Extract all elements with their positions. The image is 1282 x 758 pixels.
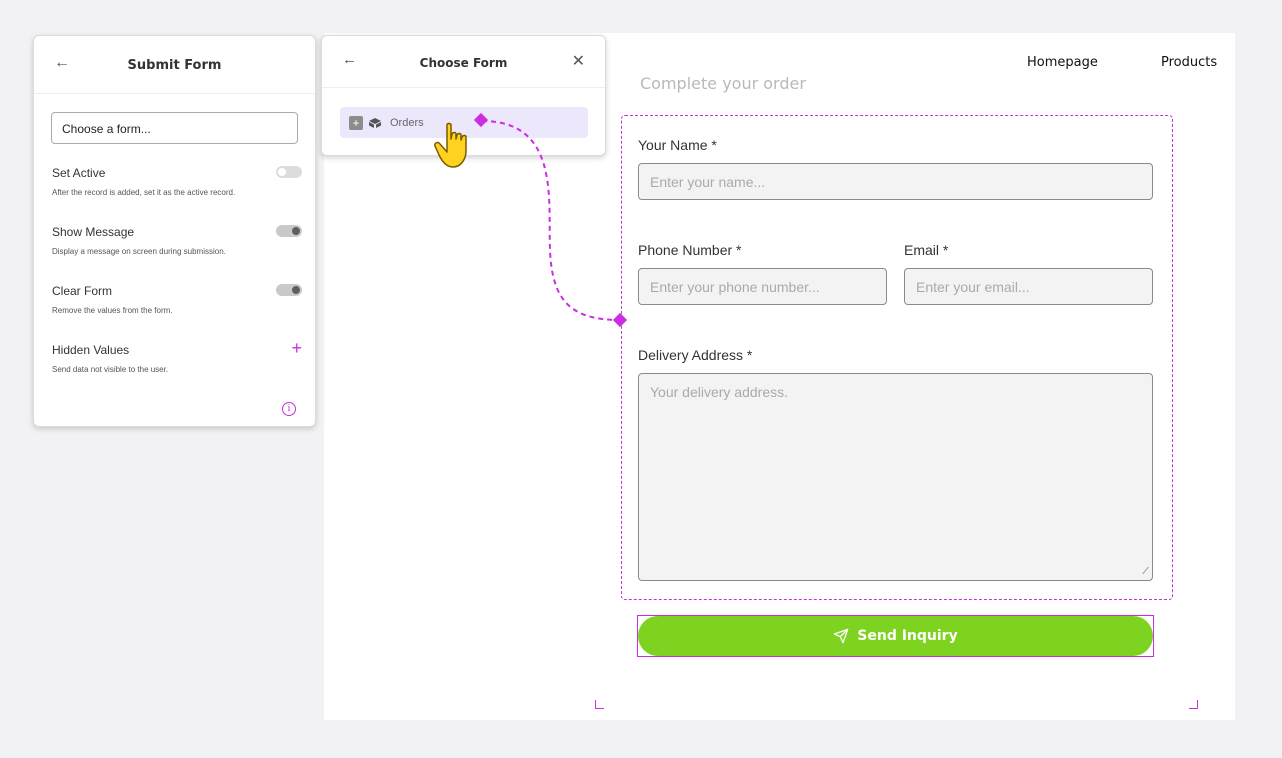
table-icon bbox=[369, 117, 381, 128]
send-inquiry-button[interactable]: Send Inquiry bbox=[638, 616, 1153, 656]
info-icon[interactable]: i bbox=[282, 402, 296, 416]
address-placeholder: Your delivery address. bbox=[650, 384, 789, 400]
setting-title: Hidden Values bbox=[52, 343, 130, 357]
canvas-corner-marker bbox=[1189, 700, 1198, 709]
setting-clear-form: Clear Form Remove the values from the fo… bbox=[52, 284, 302, 315]
form-option-label: Orders bbox=[390, 116, 424, 129]
phone-input[interactable]: Enter your phone number... bbox=[638, 268, 887, 305]
send-icon bbox=[833, 628, 849, 644]
nav-homepage-link[interactable]: Homepage bbox=[1027, 55, 1098, 70]
form-heading: Complete your order bbox=[640, 74, 806, 93]
name-label: Your Name * bbox=[638, 137, 717, 153]
setting-set-active: Set Active After the record is added, se… bbox=[52, 166, 302, 197]
setting-title: Clear Form bbox=[52, 284, 113, 298]
setting-description: Remove the values from the form. bbox=[52, 306, 173, 315]
add-hidden-value-plus-icon[interactable]: + bbox=[291, 339, 302, 357]
clear-form-toggle[interactable] bbox=[276, 284, 302, 296]
canvas-corner-marker bbox=[595, 700, 604, 709]
form-option-orders[interactable]: + Orders bbox=[340, 107, 588, 138]
setting-description: Display a message on screen during submi… bbox=[52, 247, 226, 256]
plus-icon[interactable]: + bbox=[349, 115, 363, 130]
panel-title: Choose Form bbox=[419, 56, 508, 70]
choose-form-panel: ← Choose Form ✕ + Orders bbox=[321, 35, 606, 156]
send-inquiry-label: Send Inquiry bbox=[857, 628, 958, 644]
setting-description: Send data not visible to the user. bbox=[52, 365, 169, 374]
set-active-toggle[interactable] bbox=[276, 166, 302, 178]
email-label: Email * bbox=[904, 242, 949, 258]
close-icon[interactable]: ✕ bbox=[572, 51, 585, 71]
setting-description: After the record is added, set it as the… bbox=[52, 188, 236, 197]
setting-show-message: Show Message Display a message on screen… bbox=[52, 225, 302, 256]
setting-title: Show Message bbox=[52, 225, 135, 239]
name-input[interactable]: Enter your name... bbox=[638, 163, 1153, 200]
show-message-toggle[interactable] bbox=[276, 225, 302, 237]
submit-form-panel: ← Submit Form Choose a form... Set Activ… bbox=[33, 35, 316, 427]
setting-title: Set Active bbox=[52, 166, 106, 180]
email-input[interactable]: Enter your email... bbox=[904, 268, 1153, 305]
address-label: Delivery Address * bbox=[638, 347, 753, 363]
panel-title: Submit Form bbox=[127, 58, 222, 73]
choose-form-input[interactable]: Choose a form... bbox=[51, 112, 298, 144]
resize-grip-icon[interactable] bbox=[1136, 567, 1149, 574]
address-textarea[interactable]: Your delivery address. bbox=[638, 373, 1153, 581]
nav-products-link[interactable]: Products bbox=[1161, 55, 1217, 70]
setting-hidden-values: Hidden Values Send data not visible to t… bbox=[52, 339, 302, 374]
phone-label: Phone Number * bbox=[638, 242, 742, 258]
choose-form-header: ← Choose Form ✕ bbox=[322, 36, 605, 88]
submit-form-header: ← Submit Form bbox=[34, 36, 315, 94]
